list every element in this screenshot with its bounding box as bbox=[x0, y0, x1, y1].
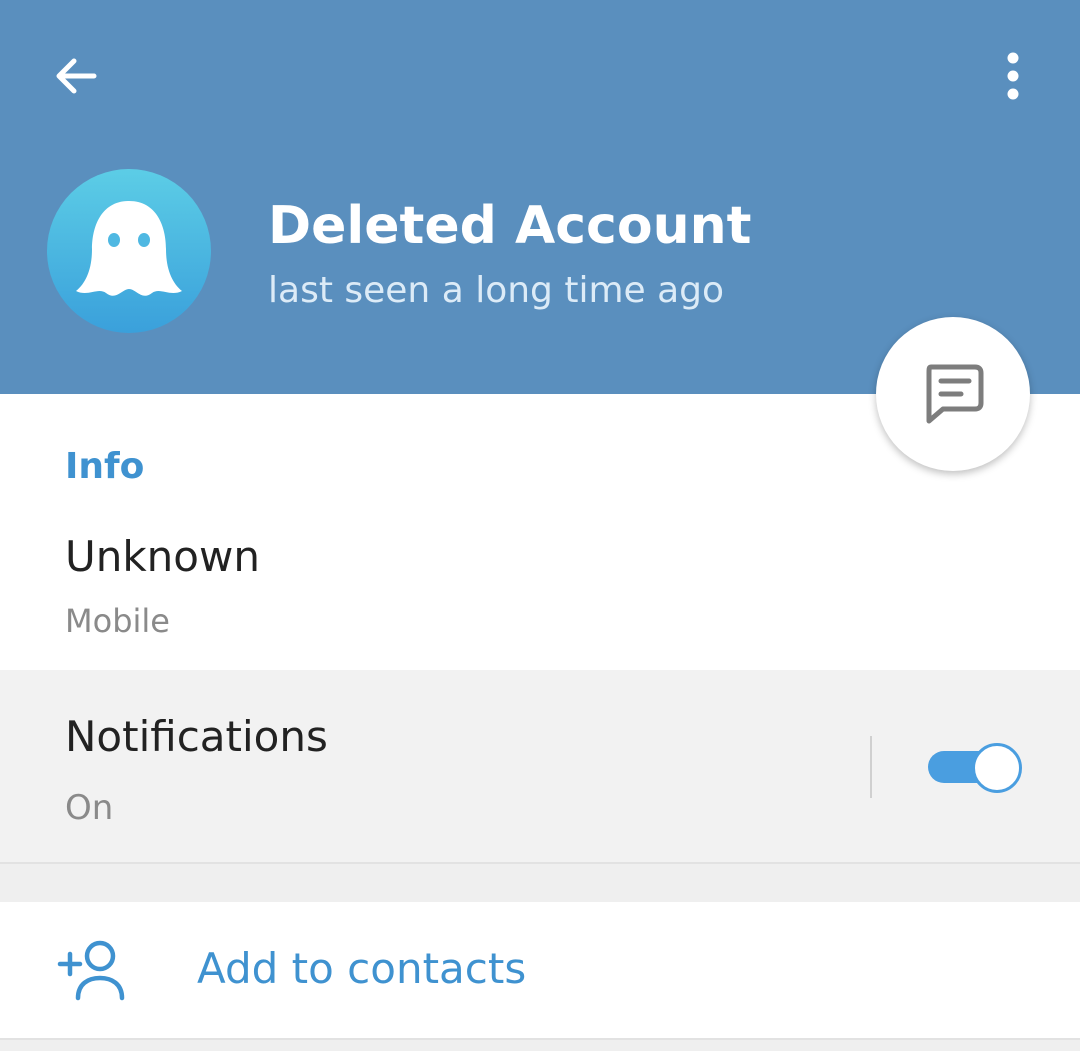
notifications-status: On bbox=[65, 788, 114, 828]
bottom-edge bbox=[0, 1038, 1080, 1051]
add-to-contacts-button[interactable]: Add to contacts bbox=[0, 902, 1080, 1038]
avatar[interactable] bbox=[47, 169, 211, 333]
arrow-left-icon bbox=[56, 58, 97, 94]
toggle-knob bbox=[972, 743, 1022, 793]
profile-name: Deleted Account bbox=[268, 196, 752, 256]
phone-label: Mobile bbox=[65, 602, 170, 640]
last-seen-status: last seen a long time ago bbox=[268, 270, 725, 311]
more-vertical-icon bbox=[1007, 52, 1019, 100]
divider bbox=[870, 736, 872, 798]
add-user-icon bbox=[57, 940, 125, 1001]
notifications-title: Notifications bbox=[65, 712, 328, 761]
ghost-icon bbox=[76, 201, 182, 296]
phone-value[interactable]: Unknown bbox=[65, 532, 260, 581]
message-icon bbox=[926, 364, 984, 424]
section-gap bbox=[0, 864, 1080, 902]
add-to-contacts-label: Add to contacts bbox=[197, 944, 527, 993]
info-heading: Info bbox=[65, 446, 145, 487]
back-button[interactable] bbox=[38, 38, 114, 114]
notifications-row[interactable]: Notifications On bbox=[0, 670, 1080, 864]
send-message-button[interactable] bbox=[876, 317, 1030, 471]
more-options-button[interactable] bbox=[975, 38, 1051, 114]
notifications-toggle[interactable] bbox=[928, 743, 1022, 793]
